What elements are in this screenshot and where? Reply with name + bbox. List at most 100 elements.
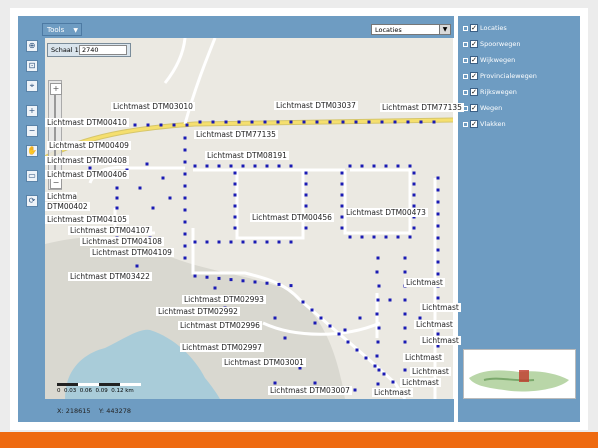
light-pole-point[interactable] (183, 256, 187, 260)
light-pole-point[interactable] (151, 206, 155, 210)
light-pole-point[interactable] (253, 280, 257, 284)
identify-button[interactable]: ⌖ (26, 80, 38, 92)
legend-item-vlakken[interactable]: ✓ Vlakken (463, 120, 563, 131)
light-pole-point[interactable] (340, 171, 344, 175)
light-pole-point[interactable] (382, 372, 386, 376)
light-pole-point[interactable] (384, 235, 388, 239)
light-pole-point[interactable] (377, 326, 381, 330)
light-pole-point[interactable] (313, 321, 317, 325)
light-pole-point[interactable] (436, 272, 440, 276)
light-pole-point[interactable] (375, 270, 379, 274)
light-pole-point[interactable] (340, 193, 344, 197)
light-pole-point[interactable] (340, 226, 344, 230)
light-pole-point[interactable] (403, 256, 407, 260)
light-pole-point[interactable] (436, 236, 440, 240)
light-pole-point[interactable] (241, 240, 245, 244)
light-pole-point[interactable] (241, 164, 245, 168)
light-pole-point[interactable] (436, 248, 440, 252)
light-pole-point[interactable] (193, 164, 197, 168)
light-pole-point[interactable] (406, 120, 410, 124)
light-pole-point[interactable] (376, 340, 380, 344)
light-pole-point[interactable] (277, 282, 281, 286)
light-pole-point[interactable] (408, 235, 412, 239)
light-pole-point[interactable] (273, 381, 277, 385)
light-pole-point[interactable] (343, 328, 347, 332)
light-pole-point[interactable] (412, 193, 416, 197)
light-pole-point[interactable] (250, 120, 254, 124)
light-pole-point[interactable] (403, 368, 407, 372)
zoom-extent-button[interactable]: ⊕ (26, 40, 38, 52)
light-pole-point[interactable] (372, 235, 376, 239)
light-pole-point[interactable] (436, 188, 440, 192)
light-pole-point[interactable] (133, 123, 137, 127)
light-pole-point[interactable] (145, 162, 149, 166)
light-pole-point[interactable] (253, 164, 257, 168)
light-pole-point[interactable] (340, 182, 344, 186)
light-pole-point[interactable] (115, 186, 119, 190)
light-pole-point[interactable] (217, 276, 221, 280)
light-pole-point[interactable] (436, 212, 440, 216)
refresh-button[interactable]: ⟳ (26, 195, 38, 207)
light-pole-point[interactable] (348, 235, 352, 239)
light-pole-point[interactable] (224, 120, 228, 124)
light-pole-point[interactable] (183, 184, 187, 188)
light-pole-point[interactable] (304, 204, 308, 208)
light-pole-point[interactable] (419, 120, 423, 124)
light-pole-point[interactable] (432, 120, 436, 124)
light-pole-point[interactable] (277, 164, 281, 168)
light-pole-point[interactable] (355, 348, 359, 352)
light-pole-point[interactable] (301, 300, 305, 304)
light-pole-point[interactable] (376, 382, 380, 386)
light-pole-point[interactable] (436, 176, 440, 180)
light-pole-point[interactable] (313, 381, 317, 385)
light-pole-point[interactable] (375, 354, 379, 358)
light-pole-point[interactable] (388, 298, 392, 302)
layer-select[interactable]: Locaties ▼ (371, 24, 451, 35)
legend-item-wijkwegen[interactable]: ✓ Wijkwegen (463, 56, 563, 67)
light-pole-point[interactable] (283, 336, 287, 340)
light-pole-point[interactable] (289, 240, 293, 244)
light-pole-point[interactable] (146, 123, 150, 127)
legend-item-spoorwegen[interactable]: ✓ Spoorwegen (463, 40, 563, 51)
light-pole-point[interactable] (360, 164, 364, 168)
expand-icon[interactable] (463, 90, 468, 95)
light-pole-point[interactable] (358, 316, 362, 320)
light-pole-point[interactable] (364, 356, 368, 360)
light-pole-point[interactable] (348, 164, 352, 168)
light-pole-point[interactable] (138, 186, 142, 190)
light-pole-point[interactable] (229, 164, 233, 168)
legend-item-provincialewegen[interactable]: ✓ Provincialewegen (463, 72, 563, 83)
light-pole-point[interactable] (205, 240, 209, 244)
expand-icon[interactable] (463, 42, 468, 47)
light-pole-point[interactable] (183, 244, 187, 248)
light-pole-point[interactable] (408, 164, 412, 168)
light-pole-point[interactable] (289, 120, 293, 124)
light-pole-point[interactable] (183, 160, 187, 164)
expand-icon[interactable] (463, 58, 468, 63)
light-pole-point[interactable] (213, 286, 217, 290)
light-pole-point[interactable] (263, 120, 267, 124)
light-pole-point[interactable] (346, 340, 350, 344)
light-pole-point[interactable] (412, 182, 416, 186)
light-pole-point[interactable] (396, 164, 400, 168)
light-pole-point[interactable] (233, 171, 237, 175)
light-pole-point[interactable] (185, 123, 189, 127)
light-pole-point[interactable] (304, 226, 308, 230)
light-pole-point[interactable] (367, 120, 371, 124)
light-pole-point[interactable] (183, 196, 187, 200)
light-pole-point[interactable] (436, 296, 440, 300)
legend-item-wegen[interactable]: ✓ Wegen (463, 104, 563, 115)
light-pole-point[interactable] (403, 312, 407, 316)
light-pole-point[interactable] (403, 326, 407, 330)
light-pole-point[interactable] (337, 332, 341, 336)
light-pole-point[interactable] (205, 164, 209, 168)
layer-checkbox[interactable]: ✓ (470, 40, 478, 48)
light-pole-point[interactable] (341, 120, 345, 124)
light-pole-point[interactable] (436, 200, 440, 204)
light-pole-point[interactable] (253, 240, 257, 244)
zoom-box-button[interactable]: ⊡ (26, 60, 38, 72)
light-pole-point[interactable] (393, 120, 397, 124)
light-pole-point[interactable] (376, 298, 380, 302)
light-pole-point[interactable] (233, 226, 237, 230)
light-pole-point[interactable] (377, 284, 381, 288)
